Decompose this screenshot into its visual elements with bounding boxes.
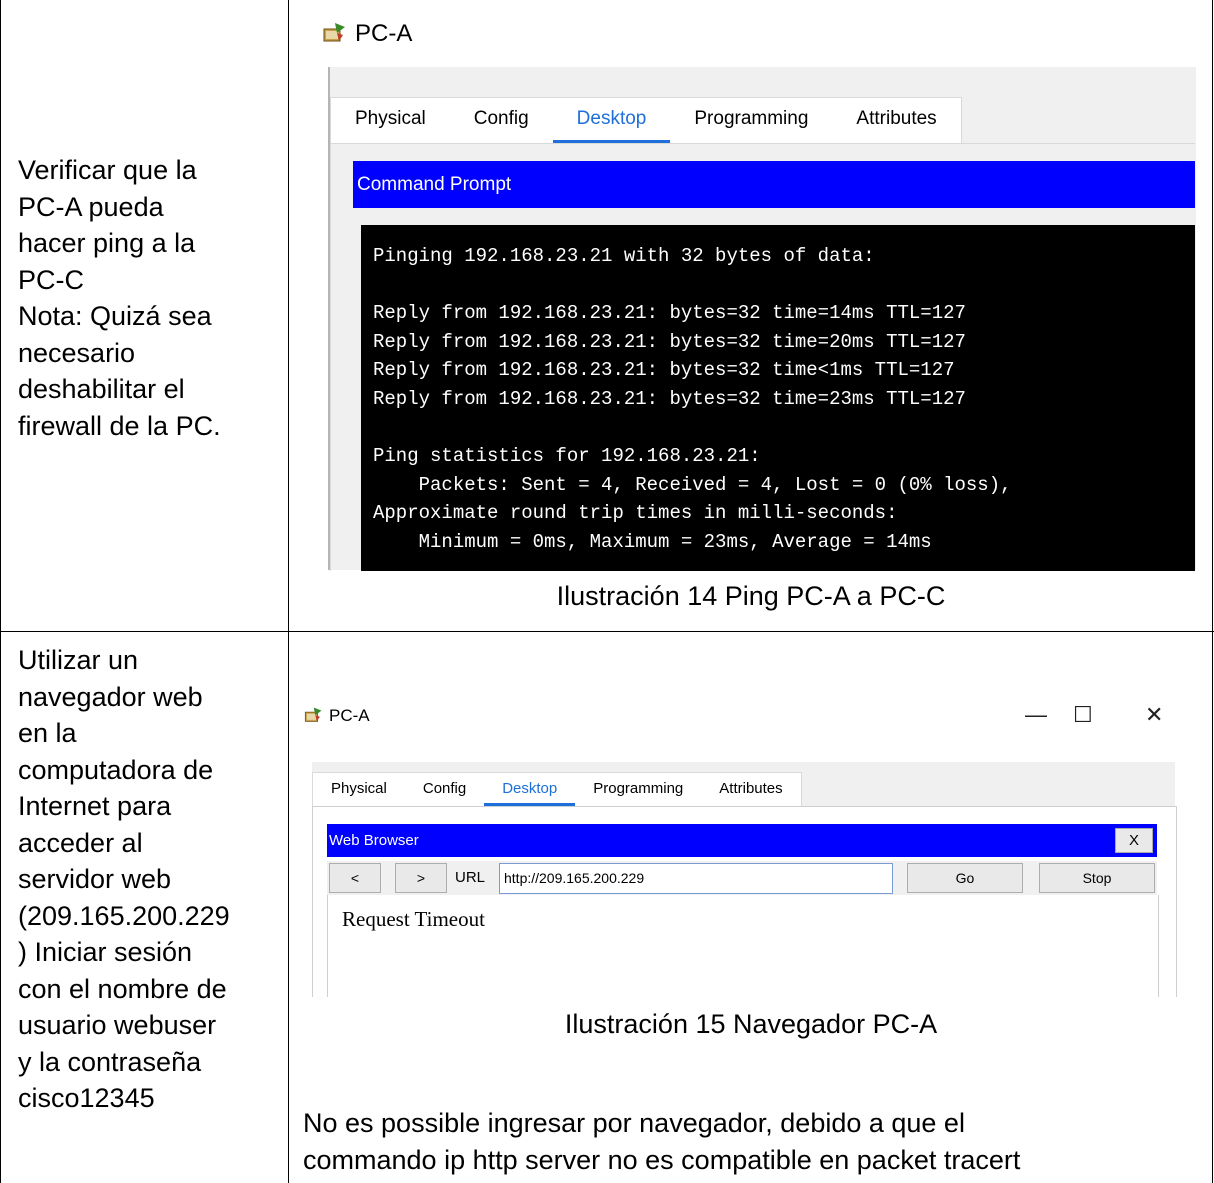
request-timeout-text: Request Timeout	[342, 907, 485, 931]
browser-nav-row: < > URL http://209.165.200.229 Go Stop	[327, 861, 1157, 895]
stop-button[interactable]: Stop	[1039, 863, 1155, 893]
tab-physical[interactable]: Physical	[331, 98, 450, 143]
instruction-ping: Verificar que la PC-A pueda hacer ping a…	[18, 155, 221, 441]
tab-attributes[interactable]: Attributes	[832, 98, 960, 143]
pc-a-window-browser: PC-A — ☐ ✕ Physical Config Desktop Progr…	[303, 702, 1177, 997]
url-label: URL	[455, 869, 486, 886]
minimize-icon[interactable]: —	[1025, 702, 1047, 728]
caption-figure-15: Ilustración 15 Navegador PC-A	[564, 1009, 938, 1039]
window-body: Physical Config Desktop Programming Attr…	[312, 762, 1177, 997]
browser-content: Request Timeout	[327, 895, 1159, 997]
tab-attributes[interactable]: Attributes	[701, 773, 800, 806]
window-title: PC-A	[355, 20, 413, 47]
back-button[interactable]: <	[329, 863, 381, 893]
caption-figure-14: Ilustración 14 Ping PC-A a PC-C	[556, 581, 946, 611]
web-browser-close-button[interactable]: X	[1115, 828, 1153, 853]
command-prompt-title: Command Prompt	[353, 161, 1195, 208]
web-browser-title: Web Browser	[329, 832, 419, 849]
url-input[interactable]: http://209.165.200.229	[499, 863, 893, 894]
tab-desktop[interactable]: Desktop	[552, 98, 671, 143]
packet-tracer-pc-icon	[321, 21, 347, 47]
instruction-browser: Utilizar un navegador web en la computad…	[18, 645, 230, 1113]
tab-desktop[interactable]: Desktop	[484, 773, 576, 806]
desktop-panel: Command Prompt Pinging 192.168.23.21 wit…	[330, 143, 1195, 571]
table-left-border	[0, 0, 1, 1183]
tab-config[interactable]: Config	[405, 773, 484, 806]
window-title: PC-A	[329, 706, 370, 725]
web-browser-title-bar: Web Browser X	[327, 824, 1157, 857]
forward-button[interactable]: >	[395, 863, 447, 893]
result-note: No es possible ingresar por navegador, d…	[303, 1108, 1021, 1175]
window-body: Physical Config Desktop Programming Attr…	[328, 67, 1196, 571]
maximize-icon[interactable]: ☐	[1073, 702, 1093, 728]
desktop-panel: Web Browser X < > URL http://209.165.200…	[312, 806, 1177, 997]
packet-tracer-pc-icon	[303, 706, 323, 726]
window-title-bar: PC-A	[321, 20, 412, 48]
tab-config[interactable]: Config	[450, 98, 553, 143]
tab-programming[interactable]: Programming	[670, 98, 832, 143]
table-right-border	[1212, 0, 1213, 1183]
close-icon[interactable]: ✕	[1145, 702, 1163, 728]
tab-bar: Physical Config Desktop Programming Attr…	[312, 772, 802, 806]
pc-a-window-ping: PC-A Physical Config Desktop Programming…	[303, 10, 1199, 571]
tab-programming[interactable]: Programming	[575, 773, 701, 806]
command-prompt-console[interactable]: Pinging 192.168.23.21 with 32 bytes of d…	[361, 225, 1195, 571]
tab-bar: Physical Config Desktop Programming Attr…	[330, 97, 962, 143]
window-title-bar: PC-A	[303, 706, 370, 726]
table-row-divider	[0, 631, 1214, 632]
go-button[interactable]: Go	[907, 863, 1023, 893]
tab-physical[interactable]: Physical	[313, 773, 405, 806]
table-column-divider	[288, 0, 289, 1183]
